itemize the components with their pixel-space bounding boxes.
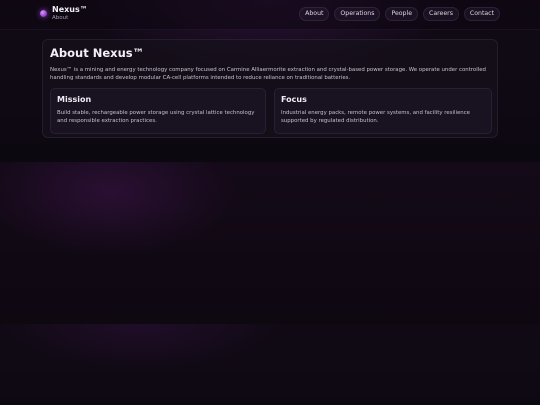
brand-text: Nexus™ About [52, 6, 88, 22]
focus-text: Industrial energy packs, remote power sy… [281, 110, 471, 125]
about-card: About Nexus™ Nexus™ is a mining and ener… [42, 39, 498, 138]
nav-contact[interactable]: Contact [463, 7, 500, 22]
intro-paragraph: Nexus™ is a mining and energy technology… [50, 67, 486, 82]
nav-operations[interactable]: Operations [334, 7, 381, 22]
mission-card: Mission Build stable, rechargeable power… [50, 88, 266, 134]
focus-title: Focus [281, 95, 307, 104]
main-nav: About Operations People Careers Contact [294, 7, 500, 22]
site-header: Nexus™ About About Operations People Car… [0, 0, 540, 30]
nav-about[interactable]: About [299, 7, 330, 22]
nexus-logo-dot-icon [40, 10, 47, 18]
background-middle [0, 162, 540, 324]
brand[interactable]: Nexus™ About [40, 6, 88, 22]
mission-text: Build stable, rechargeable power storage… [57, 110, 255, 125]
mission-title: Mission [57, 95, 92, 104]
background-bottom [0, 324, 540, 405]
nav-people[interactable]: People [385, 7, 419, 22]
focus-card: Focus Industrial energy packs, remote po… [274, 88, 492, 134]
nav-careers[interactable]: Careers [423, 7, 459, 22]
brand-name: Nexus™ [52, 5, 88, 14]
page-title: About Nexus™ [50, 46, 145, 60]
brand-subtitle: About [52, 15, 69, 21]
